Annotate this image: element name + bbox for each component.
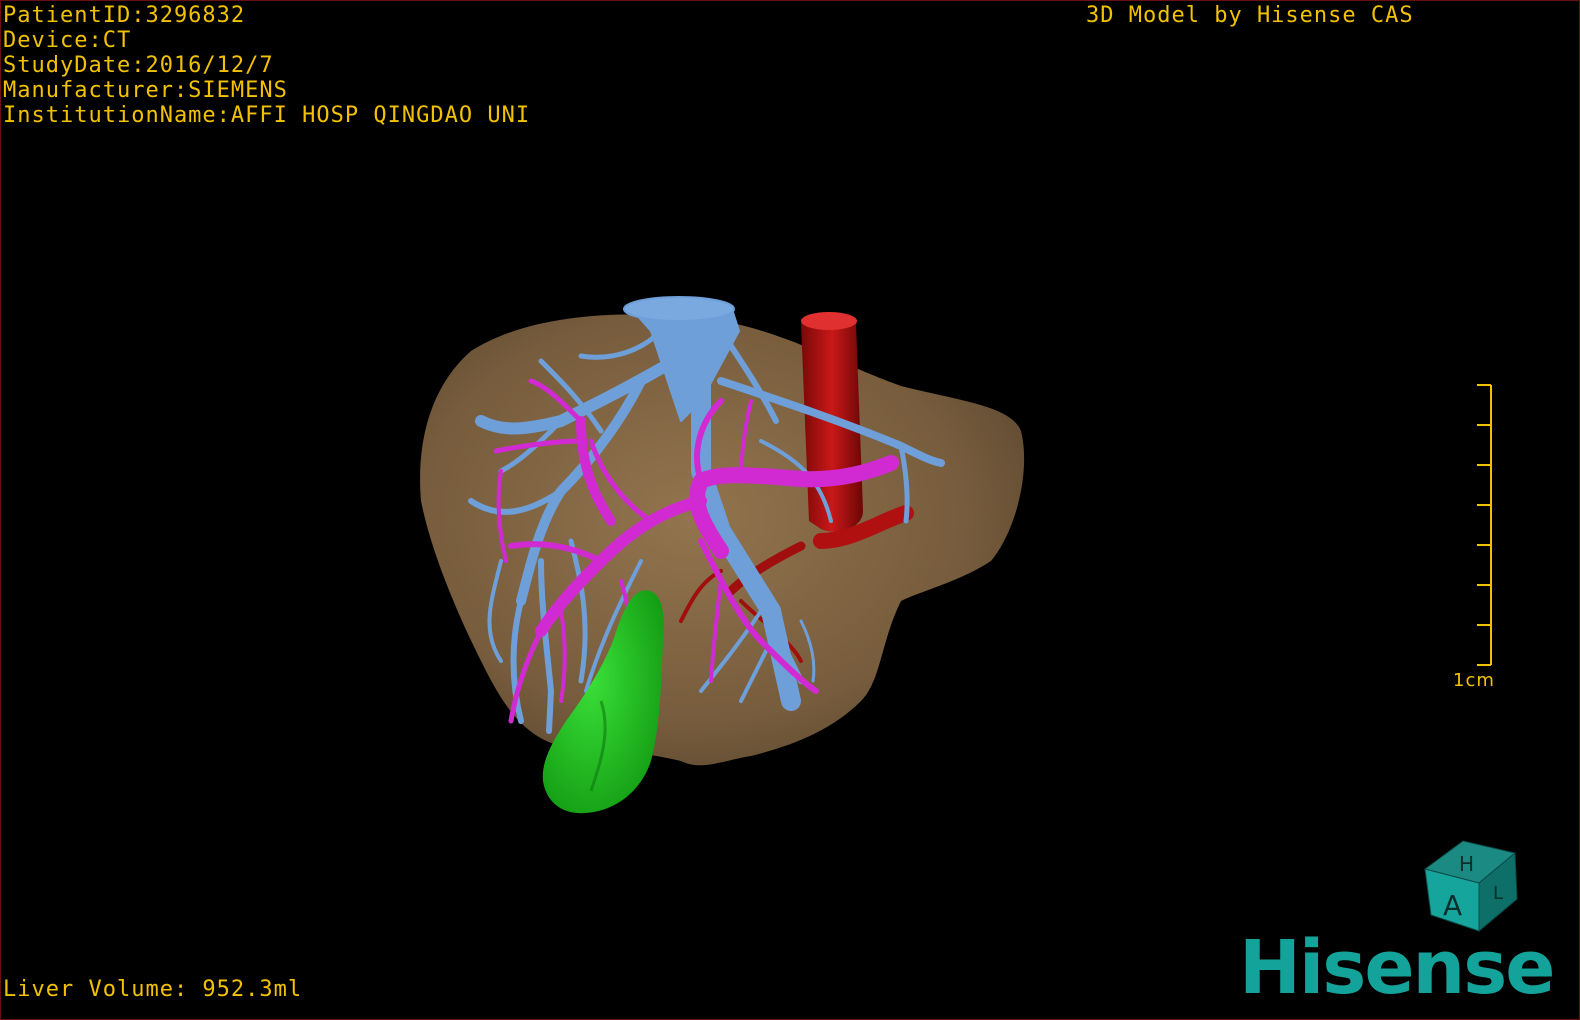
scale-bar-label: 1cm [1453,670,1495,691]
3d-viewport[interactable]: H A L PatientID:3296832 Device:CT StudyDat… [0,0,1580,1020]
institution-text: InstitutionName:AFFI HOSP QINGDAO UNI [3,103,531,128]
orientation-cube[interactable]: H A L [1423,840,1518,933]
cube-side-letter: L [1493,883,1503,904]
cube-front-letter: A [1443,889,1462,922]
3d-model-render[interactable]: H A L [1,1,1579,1019]
patient-id-text: PatientID:3296832 [3,3,246,28]
hisense-logo: Hisense [1239,925,1555,1011]
device-text: Device:CT [3,28,132,53]
cube-top-letter: H [1459,852,1474,876]
manufacturer-text: Manufacturer:SIEMENS [3,78,288,103]
scale-bar [1477,384,1492,666]
liver-volume-text: Liver Volume: 952.3ml [3,977,303,1002]
model-credit-text: 3D Model by Hisense CAS [1086,3,1414,28]
study-date-text: StudyDate:2016/12/7 [3,53,274,78]
dicom-info-panel: PatientID:3296832 Device:CT StudyDate:2016… [3,3,530,128]
